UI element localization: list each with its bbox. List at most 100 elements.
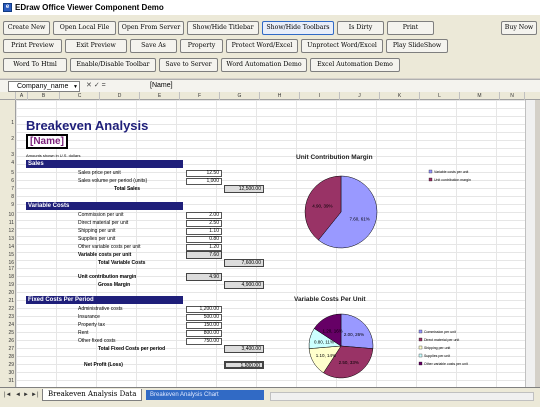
sales-price-input[interactable]: 12.50 [186, 170, 222, 177]
row-header[interactable]: 22 [0, 306, 16, 312]
save-to-server-button[interactable]: Save to Server [159, 58, 218, 72]
row-header[interactable]: 23 [0, 314, 16, 320]
fixed-item-input[interactable]: 500.00 [186, 314, 222, 321]
exit-preview-button[interactable]: Exit Preview [65, 39, 127, 53]
buy-now-button[interactable]: Buy Now [501, 21, 537, 35]
row-header[interactable]: 28 [0, 354, 16, 360]
row-header[interactable]: 29 [0, 362, 16, 368]
row-header[interactable]: 12 [0, 228, 16, 234]
unit-margin-pie-chart[interactable]: 7.60, 61% 4.90, 39% Variable costs per uni… [271, 164, 521, 260]
sales-volume-input[interactable]: 1,000 [186, 178, 222, 185]
row-header[interactable]: 9 [0, 202, 16, 208]
enter-icon[interactable]: ✓ [94, 82, 100, 89]
row-header[interactable]: 6 [0, 178, 16, 184]
variable-item-input[interactable]: 0.80 [186, 236, 222, 243]
row-header[interactable]: 19 [0, 282, 16, 288]
column-header[interactable]: M [460, 92, 500, 100]
row-header[interactable]: 2 [0, 136, 16, 142]
fixed-item-input[interactable]: 150.00 [186, 322, 222, 329]
show-hide-titlebar-button[interactable]: Show/Hide Titlebar [187, 21, 259, 35]
row-header[interactable]: 10 [0, 212, 16, 218]
is-dirty-button[interactable]: Is Dirty [337, 21, 384, 35]
row-header[interactable]: 30 [0, 370, 16, 376]
row-header[interactable]: 25 [0, 330, 16, 336]
function-icon[interactable]: = [102, 82, 106, 89]
vertical-scrollbar[interactable] [525, 100, 535, 387]
name-box[interactable]: Company_name ▼ [8, 81, 80, 92]
column-header[interactable]: G [220, 92, 260, 100]
row-header[interactable]: 17 [0, 266, 16, 272]
variable-item-input[interactable]: 2.50 [186, 220, 222, 227]
variable-item-input[interactable]: 1.20 [186, 244, 222, 251]
column-header[interactable]: J [340, 92, 380, 100]
row-header[interactable]: 26 [0, 338, 16, 344]
row-header[interactable]: 13 [0, 236, 16, 242]
next-sheet-icon[interactable]: ► [23, 392, 29, 398]
spreadsheet-grid[interactable]: Breakeven Analysis [Name] Amounts shown … [16, 100, 533, 387]
cancel-icon[interactable]: ✕ [86, 82, 92, 89]
row-header[interactable]: 15 [0, 252, 16, 258]
open-local-file-button[interactable]: Open Local File [53, 21, 116, 35]
variable-item-input[interactable]: 1.10 [186, 228, 222, 235]
column-header[interactable]: K [380, 92, 420, 100]
column-header[interactable]: D [100, 92, 140, 100]
chevron-down-icon[interactable]: ▼ [73, 83, 78, 92]
column-header[interactable]: F [180, 92, 220, 100]
name-cell[interactable]: [Name] [26, 134, 68, 149]
protect-word-excel-button[interactable]: Protect Word/Excel [226, 39, 298, 53]
create-new-button[interactable]: Create New [3, 21, 50, 35]
legend-entry: Direct material per unit [424, 338, 459, 342]
row-header[interactable]: 18 [0, 274, 16, 280]
save-as-button[interactable]: Save As [130, 39, 177, 53]
horizontal-scrollbar[interactable] [270, 392, 534, 401]
word-to-html-button[interactable]: Word To Html [3, 58, 67, 72]
unprotect-word-excel-button[interactable]: Unprotect Word/Excel [301, 39, 383, 53]
last-sheet-icon[interactable]: ►| [31, 392, 39, 398]
sheet-tab-chart[interactable]: Breakeven Analysis Chart [146, 390, 264, 400]
title-bar: e EDraw Office Viewer Component Demo [0, 0, 540, 15]
row-header[interactable]: 24 [0, 322, 16, 328]
row-header[interactable]: 5 [0, 170, 16, 176]
fixed-item-input[interactable]: 1,200.00 [186, 306, 222, 313]
row-header[interactable]: 31 [0, 378, 16, 384]
window-title: EDraw Office Viewer Component Demo [15, 3, 164, 12]
formula-input[interactable]: [Name] [150, 81, 173, 91]
variable-costs-pie-chart[interactable]: 2.00, 26% 2.50, 33%1.10, 14% 0.80, 11% 1.20… [271, 306, 521, 386]
word-automation-demo-button[interactable]: Word Automation Demo [221, 58, 307, 72]
fixed-item-input[interactable]: 800.00 [186, 330, 222, 337]
row-header[interactable]: 8 [0, 194, 16, 200]
enable-disable-toolbar-button[interactable]: Enable/Disable Toolbar [70, 58, 156, 72]
variable-item-input[interactable]: 2.00 [186, 212, 222, 219]
property-button[interactable]: Property [180, 39, 223, 53]
column-header[interactable]: H [260, 92, 300, 100]
column-header[interactable]: C [60, 92, 100, 100]
column-header[interactable]: E [140, 92, 180, 100]
row-header[interactable]: 7 [0, 186, 16, 192]
prev-sheet-icon[interactable]: ◄ [15, 392, 21, 398]
column-header[interactable]: L [420, 92, 460, 100]
select-all-corner[interactable] [0, 92, 16, 100]
column-header[interactable]: I [300, 92, 340, 100]
row-header[interactable]: 20 [0, 290, 16, 296]
total-sales-value: 12,500.00 [224, 185, 264, 193]
play-slideshow-button[interactable]: Play SlideShow [386, 39, 448, 53]
row-header[interactable]: 1 [0, 120, 16, 126]
print-button[interactable]: Print [387, 21, 434, 35]
row-header[interactable]: 21 [0, 298, 16, 304]
unit-margin-value: 4.90 [186, 273, 222, 281]
row-header[interactable]: 11 [0, 220, 16, 226]
first-sheet-icon[interactable]: |◄ [4, 392, 12, 398]
column-header[interactable]: N [500, 92, 525, 100]
fixed-item-input[interactable]: 750.00 [186, 338, 222, 345]
row-header[interactable]: 3 [0, 152, 16, 158]
row-header[interactable]: 14 [0, 244, 16, 250]
open-from-server-button[interactable]: Open From Server [118, 21, 184, 35]
column-header[interactable]: B [28, 92, 60, 100]
print-preview-button[interactable]: Print Preview [3, 39, 62, 53]
sheet-tab-active[interactable]: Breakeven Analysis Data [42, 389, 143, 401]
row-header[interactable]: 27 [0, 346, 16, 352]
show-hide-toolbars-button[interactable]: Show/Hide Toolbars [262, 21, 334, 35]
column-header[interactable]: A [16, 92, 28, 100]
row-header[interactable]: 4 [0, 160, 16, 166]
excel-automation-demo-button[interactable]: Excel Automation Demo [310, 58, 400, 72]
